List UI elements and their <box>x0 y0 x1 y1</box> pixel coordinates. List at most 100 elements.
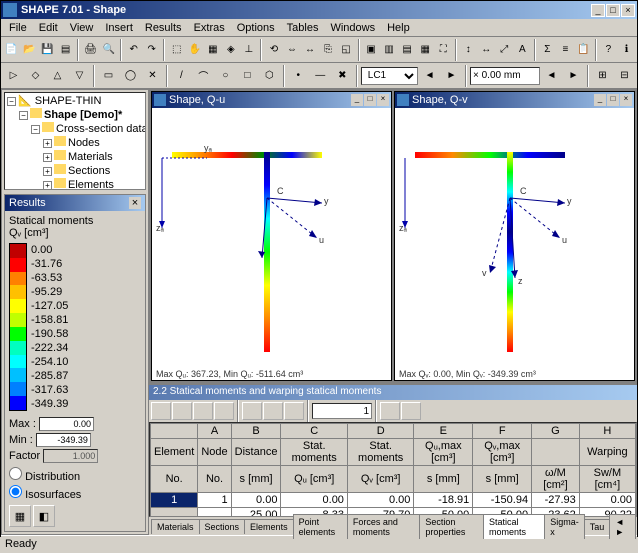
max-input[interactable] <box>39 417 94 431</box>
view-right-canvas[interactable]: zₐ C y u z v <box>395 108 634 368</box>
xval-prev-button[interactable]: ◄ <box>541 65 562 87</box>
view-maximize-button[interactable]: □ <box>607 94 619 106</box>
legend-tool2-button[interactable]: ◧ <box>33 505 55 527</box>
snap-button[interactable]: ◈ <box>222 39 239 61</box>
fullscreen-button[interactable]: ⛶ <box>435 39 452 61</box>
lc-prev-button[interactable]: ◄ <box>419 65 440 87</box>
project-tree[interactable]: −📐 SHAPE-THIN −Shape [Demo]* −Cross-sect… <box>4 92 146 190</box>
draw5-button[interactable]: ⬡ <box>259 65 280 87</box>
tab-sections[interactable]: Sections <box>199 519 246 534</box>
grid-button[interactable]: ▦ <box>204 39 221 61</box>
distribution-radio[interactable]: Distribution <box>9 467 141 483</box>
menu-extras[interactable]: Extras <box>188 20 231 36</box>
view2-button[interactable]: ▥ <box>381 39 398 61</box>
x-value-input[interactable] <box>470 67 540 85</box>
mode1-button[interactable]: ▷ <box>3 65 24 87</box>
mode2-button[interactable]: ◇ <box>25 65 46 87</box>
tab-tau[interactable]: Tau <box>584 519 611 534</box>
preview-button[interactable]: 🔍 <box>100 39 117 61</box>
info-button[interactable]: ℹ <box>618 39 635 61</box>
mirror-button[interactable]: ⇔ <box>283 39 300 61</box>
xval-next-button[interactable]: ► <box>563 65 584 87</box>
menu-windows[interactable]: Windows <box>324 20 381 36</box>
ortho-button[interactable]: ⊥ <box>240 39 257 61</box>
move-button[interactable]: ↔ <box>301 39 318 61</box>
draw1-button[interactable]: / <box>171 65 192 87</box>
mode3-button[interactable]: △ <box>47 65 68 87</box>
view-maximize-button[interactable]: □ <box>364 94 376 106</box>
view3-button[interactable]: ▤ <box>399 39 416 61</box>
menu-help[interactable]: Help <box>381 20 416 36</box>
tab-nav-buttons[interactable]: ◄ ► <box>609 514 636 539</box>
sel2-button[interactable]: ◯ <box>120 65 141 87</box>
node-button[interactable]: • <box>288 65 309 87</box>
dim2-button[interactable]: ↔ <box>478 39 495 61</box>
menu-options[interactable]: Options <box>231 20 281 36</box>
results-close-button[interactable]: × <box>129 197 141 209</box>
draw2-button[interactable]: ⌒ <box>193 65 214 87</box>
tab-section-properties[interactable]: Section properties <box>419 514 484 539</box>
view4-button[interactable]: ▦ <box>417 39 434 61</box>
expand-icon[interactable]: + <box>43 167 52 176</box>
view-left-canvas[interactable]: zₐ yₐ C y u <box>152 108 391 368</box>
save-as-button[interactable]: ▤ <box>57 39 74 61</box>
table-tool6-button[interactable] <box>263 402 283 420</box>
results-button[interactable]: ≡ <box>557 39 574 61</box>
min-input[interactable] <box>36 433 91 447</box>
calc-button[interactable]: Σ <box>539 39 556 61</box>
tab-sigma-x[interactable]: Sigma-x <box>544 514 585 539</box>
expand-icon[interactable]: + <box>43 139 52 148</box>
tab-materials[interactable]: Materials <box>151 519 200 534</box>
table-cell-input[interactable] <box>312 403 372 419</box>
save-button[interactable]: 💾 <box>39 39 56 61</box>
collapse-icon[interactable]: − <box>31 125 40 134</box>
menu-edit[interactable]: Edit <box>33 20 64 36</box>
dim1-button[interactable]: ↕ <box>460 39 477 61</box>
table-tool2-button[interactable] <box>172 402 192 420</box>
pan-button[interactable]: ✋ <box>186 39 203 61</box>
zoom-window-button[interactable]: ⬚ <box>168 39 185 61</box>
new-button[interactable]: 📄 <box>3 39 20 61</box>
collapse-icon[interactable]: − <box>19 111 28 120</box>
sel1-button[interactable]: ▭ <box>98 65 119 87</box>
view-close-button[interactable]: × <box>620 94 632 106</box>
table-tool3-button[interactable] <box>193 402 213 420</box>
lc-next-button[interactable]: ► <box>441 65 462 87</box>
draw3-button[interactable]: ○ <box>215 65 236 87</box>
tab-statical-moments[interactable]: Statical moments <box>483 514 545 539</box>
draw4-button[interactable]: □ <box>237 65 258 87</box>
table-tool7-button[interactable] <box>284 402 304 420</box>
table-tool1-button[interactable] <box>151 402 171 420</box>
undo-button[interactable]: ↶ <box>125 39 142 61</box>
legend-tool1-button[interactable]: ▦ <box>9 505 31 527</box>
tab-point-elements[interactable]: Point elements <box>293 514 348 539</box>
tab-forces-and-moments[interactable]: Forces and moments <box>347 514 420 539</box>
expand-icon[interactable]: + <box>43 153 52 162</box>
view1-button[interactable]: ▣ <box>363 39 380 61</box>
isosurfaces-radio[interactable]: Isosurfaces <box>9 485 141 501</box>
redo-button[interactable]: ↷ <box>143 39 160 61</box>
view-minimize-button[interactable]: _ <box>351 94 363 106</box>
menu-results[interactable]: Results <box>139 20 188 36</box>
loadcase-select[interactable]: LC1 <box>361 67 418 85</box>
minimize-button[interactable]: _ <box>591 4 605 17</box>
view-close-button[interactable]: × <box>377 94 389 106</box>
table-tool9-button[interactable] <box>401 402 421 420</box>
view-minimize-button[interactable]: _ <box>594 94 606 106</box>
mode4-button[interactable]: ▽ <box>69 65 90 87</box>
report-button[interactable]: 📋 <box>575 39 592 61</box>
table-tool5-button[interactable] <box>242 402 262 420</box>
menu-file[interactable]: File <box>3 20 33 36</box>
expand-icon[interactable]: + <box>43 181 52 190</box>
text-button[interactable]: A <box>514 39 531 61</box>
results-table[interactable]: ABCDEFGHElementNodeDistanceStat. moments… <box>150 423 636 517</box>
close-button[interactable]: × <box>621 4 635 17</box>
menu-view[interactable]: View <box>64 20 100 36</box>
help-button[interactable]: ? <box>600 39 617 61</box>
extra2-button[interactable]: ⊟ <box>614 65 635 87</box>
del-button[interactable]: ✖ <box>332 65 353 87</box>
menu-tables[interactable]: Tables <box>281 20 325 36</box>
sel3-button[interactable]: ✕ <box>142 65 163 87</box>
menu-insert[interactable]: Insert <box>99 20 139 36</box>
tab-elements[interactable]: Elements <box>244 519 294 534</box>
